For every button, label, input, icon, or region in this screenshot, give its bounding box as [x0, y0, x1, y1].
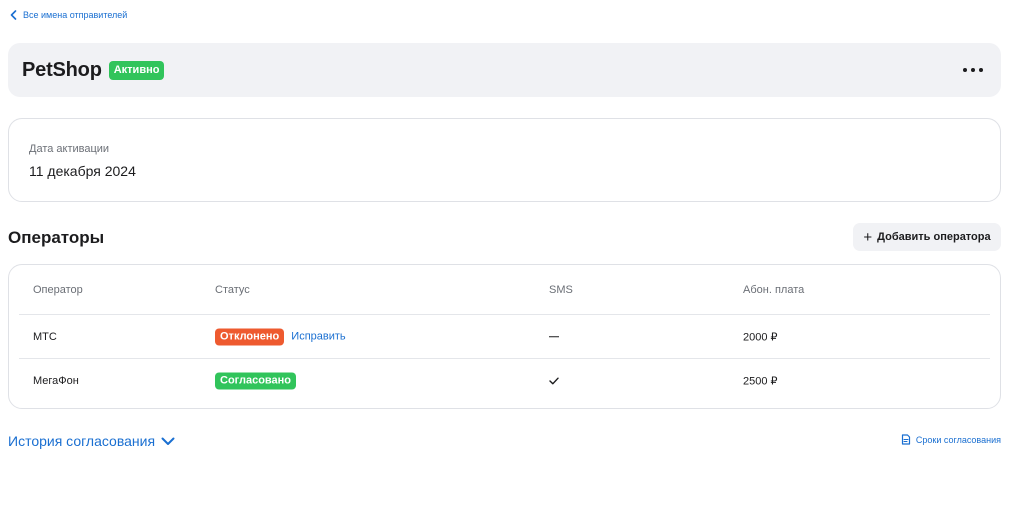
activation-date-value: 11 декабря 2024 [29, 163, 136, 179]
approval-terms-link[interactable]: Сроки согласования [901, 434, 1001, 445]
operators-table: Оператор Статус SMS Абон. плата МТС Откл… [8, 264, 1001, 409]
operator-name: МегаФон [33, 375, 79, 387]
status-cell: Согласовано [215, 372, 297, 390]
more-dot-icon [979, 68, 983, 72]
status-cell: Отклонено Исправить [215, 328, 346, 345]
page-title: PetShop [22, 58, 102, 81]
chevron-left-icon [10, 10, 17, 20]
operator-name: МТС [33, 330, 57, 343]
add-operator-label: Добавить оператора [877, 231, 991, 243]
dash-icon [549, 335, 559, 338]
fee-value: 2500 ₽ [743, 375, 778, 388]
approval-history-toggle[interactable]: История согласования [8, 433, 175, 449]
more-options-button[interactable] [963, 62, 983, 78]
status-badge-approved: Согласовано [215, 372, 297, 390]
approval-history-label: История согласования [8, 433, 156, 449]
fix-link[interactable]: Исправить [291, 331, 345, 343]
column-header-sms: SMS [549, 283, 573, 296]
status-badge-rejected: Отклонено [215, 328, 285, 345]
operators-section-title: Операторы [8, 228, 105, 247]
table-row: МТС Отклонено Исправить 2000 ₽ [19, 315, 990, 359]
back-link-label: Все имена отправителей [23, 10, 128, 20]
sms-cell [549, 377, 559, 385]
sms-cell [549, 335, 559, 338]
add-operator-button[interactable]: + Добавить оператора [853, 223, 1001, 251]
more-dot-icon [971, 68, 975, 72]
status-badge: Активно [108, 60, 165, 80]
activation-card: Дата активации 11 декабря 2024 [8, 118, 1001, 202]
table-row: МегаФон Согласовано 2500 ₽ [19, 359, 990, 403]
check-icon [549, 377, 559, 385]
fee-value: 2000 ₽ [743, 331, 778, 343]
plus-icon: + [863, 228, 873, 246]
column-header-fee: Абон. плата [743, 283, 805, 296]
approval-terms-label: Сроки согласования [915, 434, 1001, 445]
column-header-operator: Оператор [33, 283, 83, 296]
back-link[interactable]: Все имена отправителей [10, 10, 127, 20]
column-header-status: Статус [215, 283, 250, 296]
table-header-row: Оператор Статус SMS Абон. плата [19, 265, 990, 315]
activation-date-label: Дата активации [29, 143, 110, 155]
document-icon [901, 434, 911, 445]
sender-header: PetShop Активно [8, 43, 1001, 97]
chevron-down-icon [161, 437, 175, 445]
more-dot-icon [963, 68, 967, 72]
